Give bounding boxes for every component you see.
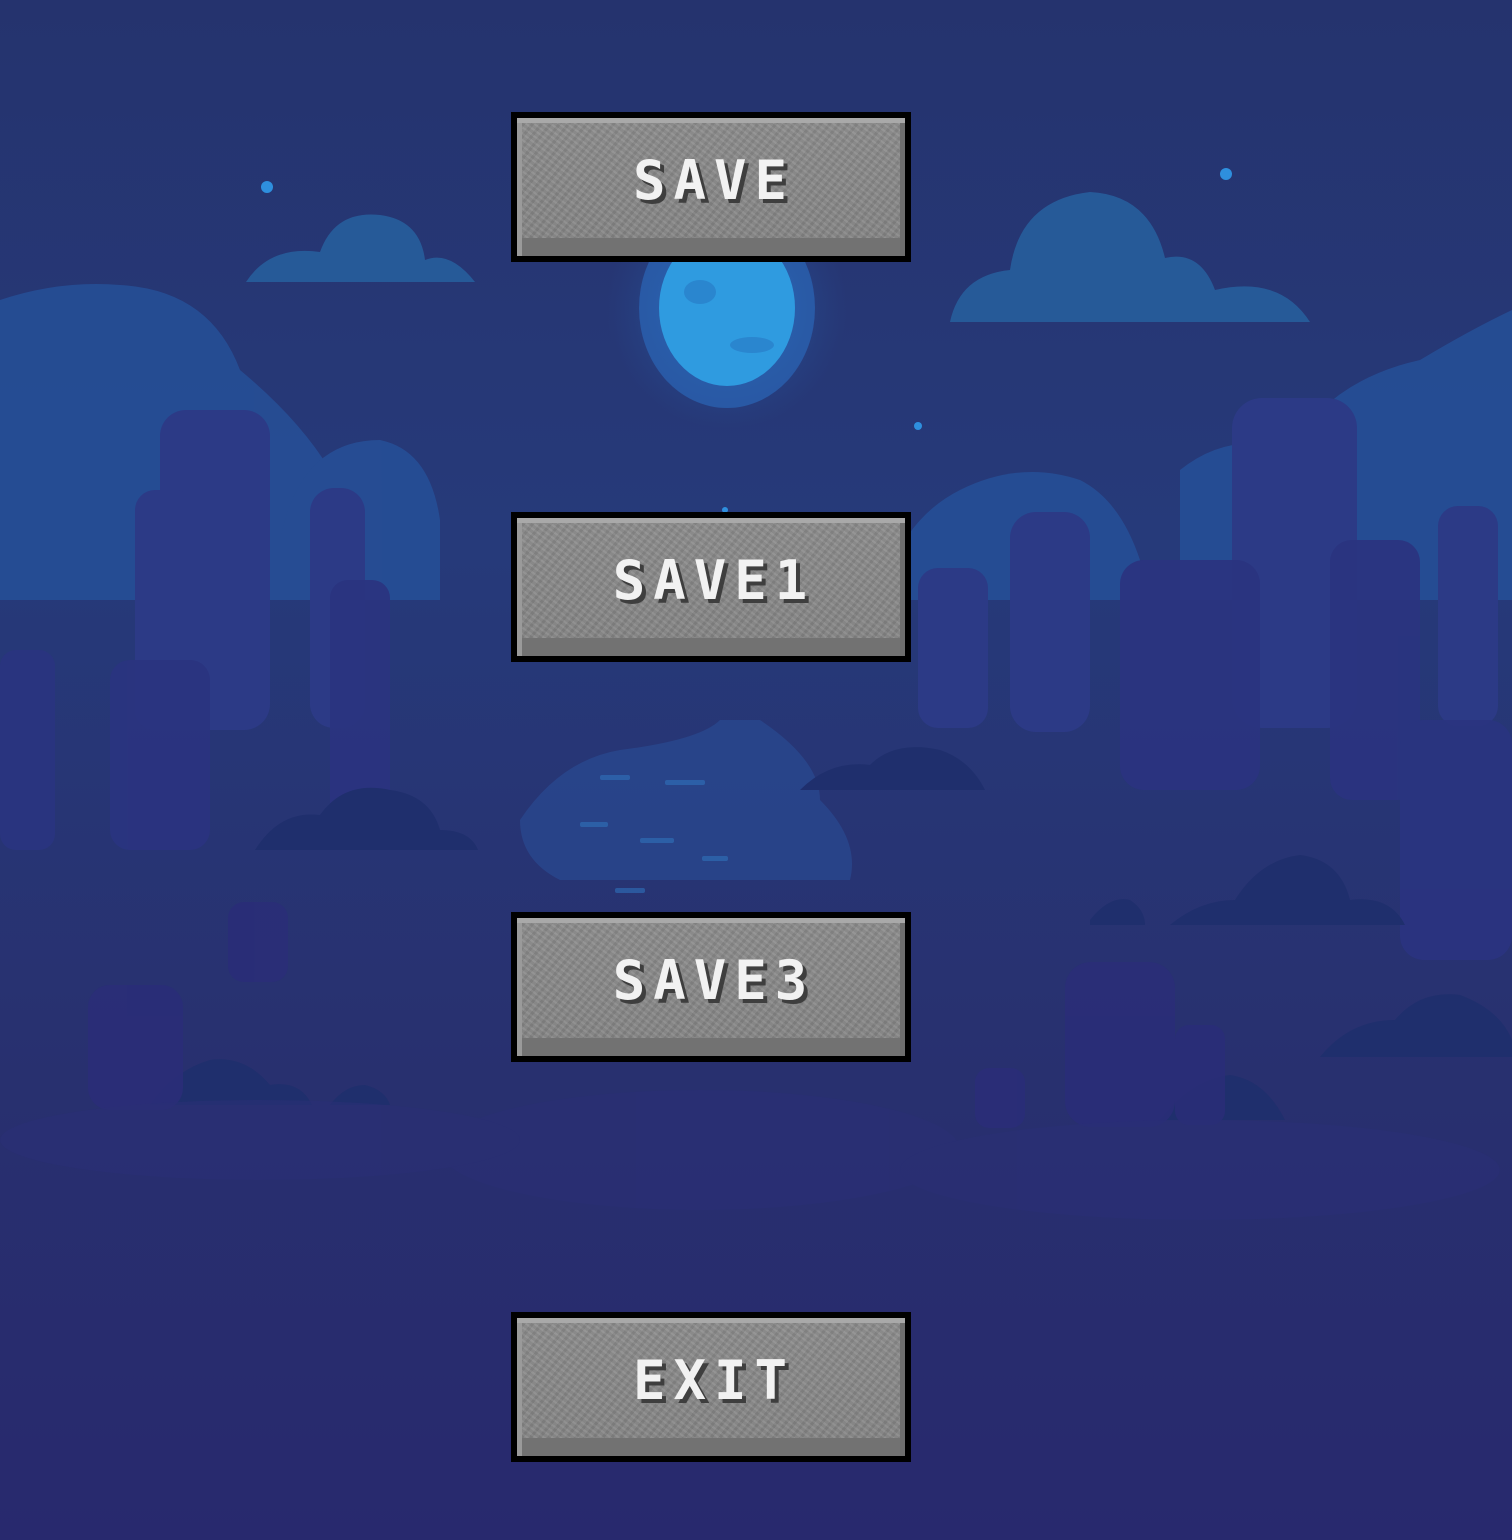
save3-button[interactable]: SAVE3 bbox=[511, 912, 911, 1062]
star bbox=[914, 422, 922, 430]
star bbox=[261, 181, 273, 193]
save3-button-label: SAVE3 bbox=[612, 948, 816, 1012]
save1-button-label: SAVE1 bbox=[612, 548, 816, 612]
save-menu-screen: SAVE SAVE1 SAVE3 EXIT bbox=[0, 0, 1512, 1540]
star bbox=[1220, 168, 1232, 180]
save-button[interactable]: SAVE bbox=[511, 112, 911, 262]
exit-button[interactable]: EXIT bbox=[511, 1312, 911, 1462]
exit-button-label: EXIT bbox=[632, 1348, 796, 1412]
save1-button[interactable]: SAVE1 bbox=[511, 512, 911, 662]
save-button-label: SAVE bbox=[632, 148, 796, 212]
